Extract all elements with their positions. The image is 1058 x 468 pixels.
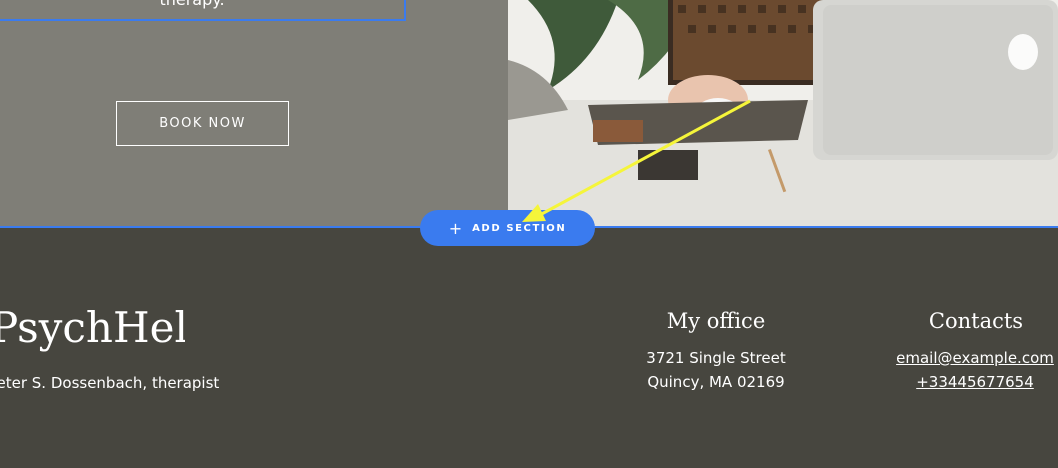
office-title: My office — [666, 309, 766, 333]
add-section-label: ADD SECTION — [472, 222, 567, 234]
office-desk-photo — [508, 0, 1058, 227]
plus-icon: + — [448, 218, 463, 238]
office-address-city: Quincy, MA 02169 — [647, 373, 785, 391]
contact-phone-link[interactable]: +33445677654 — [880, 373, 1058, 391]
book-now-button[interactable]: BOOK NOW — [116, 101, 289, 146]
therapist-name: Peter S. Dossenbach, therapist — [0, 374, 220, 392]
hero-left-panel: therapy. BOOK NOW — [0, 0, 508, 227]
hero-text: therapy. — [0, 0, 392, 9]
office-address-street: 3721 Single Street — [646, 349, 786, 367]
selected-text-block[interactable]: therapy. — [0, 0, 406, 21]
contact-email-link[interactable]: email@example.com — [880, 349, 1058, 367]
hero-photo — [508, 0, 1058, 227]
contacts-title: Contacts — [928, 309, 1024, 333]
add-section-button[interactable]: + ADD SECTION — [420, 210, 595, 246]
footer-logo[interactable]: PsychHelp — [0, 298, 185, 358]
